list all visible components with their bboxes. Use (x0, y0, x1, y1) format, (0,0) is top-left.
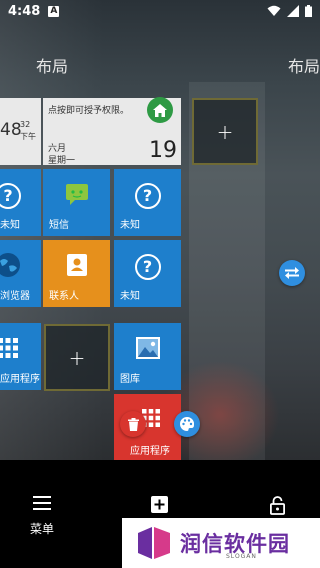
home-button[interactable] (147, 97, 173, 123)
add-box-icon (151, 496, 168, 513)
apps-tile[interactable]: 应用程序 (0, 323, 41, 390)
question-icon: ? (134, 253, 161, 280)
contact-card-icon (66, 253, 87, 276)
tile-label: 图库 (120, 374, 140, 385)
swap-icon (285, 267, 299, 279)
clock-minutes: 48 (0, 120, 22, 140)
menu-button[interactable]: 菜单 (30, 496, 54, 537)
clock-period: 下午 (20, 132, 36, 141)
add-tile-icon: + (216, 119, 234, 144)
question-icon: ? (0, 182, 21, 209)
calendar-weekday: 星期一 (48, 156, 76, 165)
brand-logo-icon (138, 527, 170, 559)
home-icon (153, 103, 167, 117)
unknown-tile[interactable]: ? 未知 (114, 169, 181, 236)
swap-layout-button[interactable] (279, 260, 305, 286)
layout-title: 布局 (36, 57, 69, 76)
tile-label: 未知 (120, 291, 140, 302)
trash-icon (127, 417, 139, 431)
calendar-day: 19 (149, 138, 177, 163)
app-grid-icon (0, 337, 18, 358)
tile-label: 应用程序 (130, 446, 170, 457)
notification-icon: A (48, 5, 60, 17)
unknown-tile[interactable]: ? 未知 (0, 169, 41, 236)
palette-icon (180, 417, 194, 431)
unlock-icon (270, 496, 285, 515)
permission-notice: 点按即可授予权限。 (48, 106, 130, 116)
image-icon (135, 336, 160, 359)
tile-label: 浏览器 (0, 291, 30, 302)
clock-seconds: 32 (20, 120, 31, 129)
sms-tile[interactable]: 短信 (43, 169, 110, 236)
watermark-banner: 润信软件园 SLOGAN (122, 518, 320, 568)
wifi-icon (267, 5, 281, 16)
tile-label: 未知 (120, 220, 140, 231)
contacts-tile[interactable]: 联系人 (43, 240, 110, 307)
watermark-slogan: SLOGAN (226, 553, 257, 560)
question-icon: ? (134, 182, 161, 209)
battery-icon (305, 5, 312, 17)
tile-label: 未知 (0, 220, 20, 231)
tile-color-button[interactable] (174, 411, 200, 437)
empty-tile-slot[interactable]: + (192, 98, 258, 165)
status-bar: 4:48 A (0, 0, 320, 22)
hamburger-menu-icon (33, 496, 51, 510)
add-tile-button[interactable] (151, 496, 168, 513)
clock-tile[interactable]: 48 32 下午 (0, 98, 41, 165)
globe-icon (0, 252, 20, 277)
tile-label: 应用程序 (0, 374, 40, 385)
lock-layout-button[interactable] (270, 496, 285, 515)
tile-label: 短信 (49, 220, 69, 231)
delete-tile-button[interactable] (120, 411, 146, 437)
sms-icon (65, 183, 88, 205)
unknown-tile[interactable]: ? 未知 (114, 240, 181, 307)
gallery-tile[interactable]: 图库 (114, 323, 181, 390)
tile-label: 联系人 (49, 291, 79, 302)
add-tile-icon: + (68, 345, 86, 370)
menu-label: 菜单 (30, 522, 55, 536)
browser-tile[interactable]: 浏览器 (0, 240, 41, 307)
next-layout-title: 布局 (288, 57, 320, 76)
signal-icon (287, 5, 299, 17)
status-time: 4:48 (8, 3, 41, 19)
empty-tile-slot[interactable]: + (44, 324, 110, 391)
